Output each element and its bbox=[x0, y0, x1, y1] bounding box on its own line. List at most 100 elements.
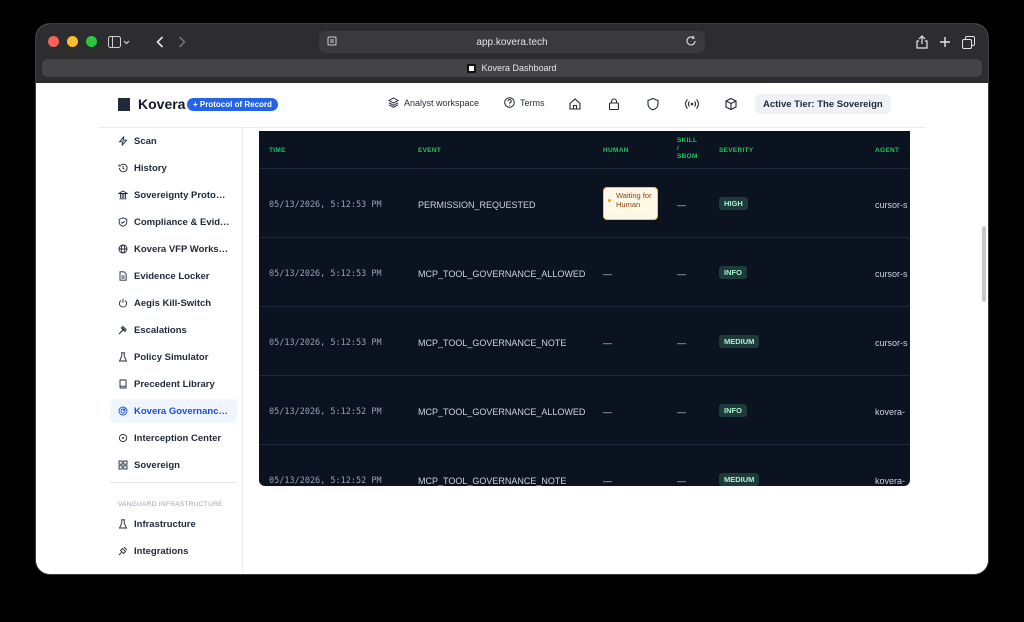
sidebar-icon bbox=[108, 36, 130, 48]
sidebar-item-integrations[interactable]: Integrations bbox=[110, 539, 237, 563]
cell-event: PERMISSION_REQUESTED bbox=[418, 200, 536, 210]
gavel-icon bbox=[118, 325, 127, 335]
waiting-for-human-badge[interactable]: Waiting for Human bbox=[603, 187, 658, 220]
severity-badge: HIGH bbox=[719, 197, 748, 210]
column-human[interactable]: HUMAN bbox=[603, 147, 629, 154]
sidebar-item-label: Sovereignty Proto… bbox=[134, 189, 226, 201]
cell-skill: — bbox=[677, 200, 686, 210]
book-icon bbox=[119, 379, 127, 389]
back-button[interactable] bbox=[150, 32, 170, 52]
page-scrollbar[interactable] bbox=[982, 226, 986, 302]
cell-time: 05/13/2026, 5:12:53 PM bbox=[269, 200, 382, 210]
sidebar-item-policy-simulator[interactable]: Policy Simulator bbox=[110, 345, 237, 369]
page: Kovera + Protocol of Record Analyst work… bbox=[36, 83, 988, 574]
sidebar-item-sovereign[interactable]: Sovereign bbox=[110, 453, 237, 477]
nav-label: Terms bbox=[520, 97, 545, 108]
active-tier-badge[interactable]: Active Tier: The Sovereign bbox=[755, 94, 891, 114]
broadcast-icon[interactable] bbox=[685, 97, 699, 111]
browser-window: app.kovera.tech Kovera Dashboard Kovera … bbox=[36, 24, 988, 574]
severity-badge: MEDIUM bbox=[719, 473, 760, 486]
cell-human: — bbox=[603, 338, 612, 348]
table-row[interactable]: 05/13/2026, 5:12:52 PM MCP_TOOL_GOVERNAN… bbox=[259, 446, 910, 486]
crosshair-icon bbox=[118, 433, 128, 443]
sidebar-item-label: Escalations bbox=[134, 324, 187, 336]
column-event[interactable]: EVENT bbox=[418, 147, 441, 154]
cell-event: MCP_TOOL_GOVERNANCE_NOTE bbox=[418, 476, 567, 486]
kovera-logo-icon[interactable] bbox=[118, 98, 130, 111]
column-severity[interactable]: SEVERITY bbox=[719, 147, 754, 154]
cell-time: 05/13/2026, 5:12:53 PM bbox=[269, 269, 382, 279]
cell-skill: — bbox=[677, 407, 686, 417]
sidebar-toggle-button[interactable] bbox=[104, 32, 134, 52]
minimize-window-button[interactable] bbox=[67, 36, 78, 47]
page-settings-icon[interactable] bbox=[327, 36, 337, 46]
favicon-icon bbox=[467, 63, 477, 73]
column-skill-sbom[interactable]: SKILL / SBOM bbox=[677, 137, 699, 161]
nav-terms[interactable]: Terms bbox=[504, 97, 545, 108]
lock-icon[interactable] bbox=[607, 97, 621, 111]
column-time[interactable]: TIME bbox=[269, 147, 286, 154]
sidebar-item-aegis-kill-switch[interactable]: Aegis Kill-Switch bbox=[110, 291, 237, 315]
browser-titlebar: app.kovera.tech Kovera Dashboard bbox=[36, 24, 988, 83]
app-header: Kovera + Protocol of Record Analyst work… bbox=[98, 83, 926, 128]
cell-human: — bbox=[603, 407, 612, 417]
cube-icon[interactable] bbox=[724, 97, 738, 111]
nav-label: Analyst workspace bbox=[404, 97, 480, 108]
new-tab-button[interactable] bbox=[937, 32, 953, 52]
sidebar-item-escalations[interactable]: Escalations bbox=[110, 318, 237, 342]
sidebar-item-compliance[interactable]: Compliance & Evid… bbox=[110, 210, 237, 234]
table-row[interactable]: 05/13/2026, 5:12:53 PM PERMISSION_REQUES… bbox=[259, 170, 910, 238]
layers-icon bbox=[388, 97, 399, 108]
forward-button[interactable] bbox=[172, 32, 192, 52]
help-circle-icon bbox=[504, 97, 515, 108]
sidebar-item-vfp-workspace[interactable]: Kovera VFP Works… bbox=[110, 237, 237, 261]
cell-skill: — bbox=[677, 338, 686, 348]
sidebar-item-history[interactable]: History bbox=[110, 156, 237, 180]
share-button[interactable] bbox=[914, 32, 930, 52]
cell-agent: kovera- bbox=[875, 476, 906, 486]
sidebar-item-sovereignty-protocol[interactable]: Sovereignty Proto… bbox=[110, 183, 237, 207]
protocol-badge: + Protocol of Record bbox=[187, 98, 278, 111]
cell-human: — bbox=[603, 476, 612, 486]
window-controls bbox=[48, 36, 97, 47]
reload-icon[interactable] bbox=[685, 35, 697, 47]
table-header: TIME EVENT HUMAN SKILL / SBOM SEVERITY A… bbox=[259, 131, 910, 169]
url-text: app.kovera.tech bbox=[476, 36, 548, 48]
cell-skill: — bbox=[677, 269, 686, 279]
maximize-window-button[interactable] bbox=[86, 36, 97, 47]
events-table: TIME EVENT HUMAN SKILL / SBOM SEVERITY A… bbox=[259, 131, 910, 486]
sidebar-item-label: Scan bbox=[134, 135, 157, 147]
column-agent[interactable]: AGENT bbox=[875, 147, 899, 154]
sidebar-item-label: Kovera Governanc… bbox=[134, 405, 228, 417]
cell-time: 05/13/2026, 5:12:52 PM bbox=[269, 476, 382, 486]
brand-name[interactable]: Kovera bbox=[138, 96, 185, 112]
sidebar-item-label: Interception Center bbox=[134, 432, 222, 444]
cell-event: MCP_TOOL_GOVERNANCE_NOTE bbox=[418, 338, 567, 348]
table-row[interactable]: 05/13/2026, 5:12:53 PM MCP_TOOL_GOVERNAN… bbox=[259, 239, 910, 307]
chevron-left-icon bbox=[156, 36, 164, 48]
status-dot-icon bbox=[608, 199, 611, 202]
sidebar-item-interception-center[interactable]: Interception Center bbox=[110, 426, 237, 450]
sidebar-item-evidence-locker[interactable]: Evidence Locker bbox=[110, 264, 237, 288]
grid-icon bbox=[118, 460, 128, 470]
sidebar-item-infrastructure[interactable]: Infrastructure bbox=[110, 512, 237, 536]
sidebar-item-label: Infrastructure bbox=[134, 518, 196, 530]
sidebar-item-kovera-governance[interactable]: Kovera Governanc… bbox=[110, 399, 237, 423]
cell-agent: cursor-s bbox=[875, 200, 908, 210]
nav-analyst-workspace[interactable]: Analyst workspace bbox=[388, 97, 479, 108]
close-window-button[interactable] bbox=[48, 36, 59, 47]
table-row[interactable]: 05/13/2026, 5:12:53 PM MCP_TOOL_GOVERNAN… bbox=[259, 308, 910, 376]
sidebar-item-label: History bbox=[134, 162, 167, 174]
tab-kovera-dashboard[interactable]: Kovera Dashboard bbox=[42, 59, 982, 77]
tab-overview-button[interactable] bbox=[960, 32, 976, 52]
shield-icon[interactable] bbox=[646, 97, 660, 111]
table-row[interactable]: 05/13/2026, 5:12:52 PM MCP_TOOL_GOVERNAN… bbox=[259, 377, 910, 445]
plug-icon bbox=[118, 546, 128, 556]
address-bar[interactable]: app.kovera.tech bbox=[319, 31, 705, 53]
cell-time: 05/13/2026, 5:12:53 PM bbox=[269, 338, 382, 348]
sidebar-item-precedent-library[interactable]: Precedent Library bbox=[110, 372, 237, 396]
sidebar-item-scan[interactable]: Scan bbox=[110, 129, 237, 153]
home-icon[interactable] bbox=[568, 97, 582, 111]
cell-time: 05/13/2026, 5:12:52 PM bbox=[269, 407, 382, 417]
shield-check-icon bbox=[118, 217, 128, 227]
